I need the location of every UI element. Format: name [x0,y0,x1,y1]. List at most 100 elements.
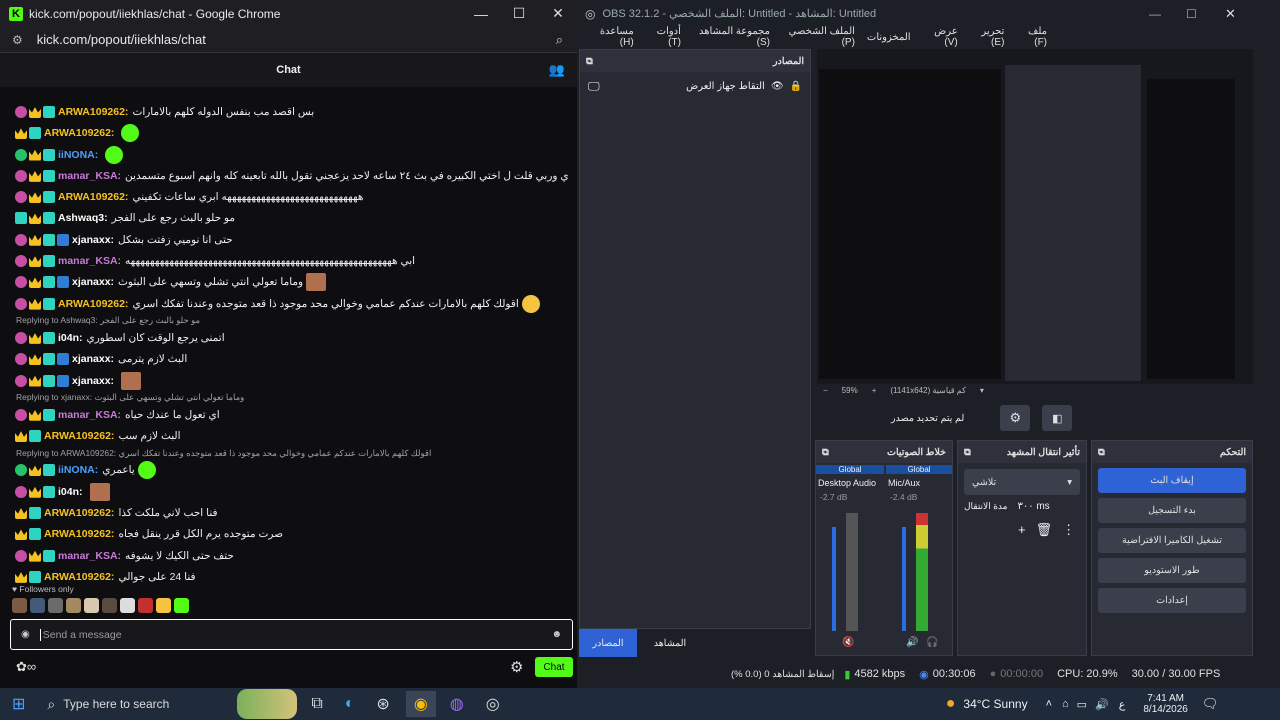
badge-icon[interactable] [43,353,55,366]
avatar[interactable] [66,598,81,613]
transitions-popout-icon[interactable]: ⧉ [964,447,971,458]
chat-username[interactable]: ARWA109262: [44,571,114,583]
chat-username[interactable]: i04n: [58,486,83,498]
steam-icon[interactable]: ⊛ [376,694,389,714]
delete-transition-icon[interactable]: 🗑 [1036,522,1053,538]
zoom-icon[interactable]: ⌕ [556,32,563,48]
chat-username[interactable]: manar_KSA: [58,550,121,562]
search-icon[interactable]: ⌕ [47,696,55,713]
clock[interactable]: 7:41 AM 8/14/2026 [1143,693,1188,715]
chat-username[interactable]: ARWA109262: [44,528,114,540]
headphones-icon[interactable]: 🎧 [926,637,938,648]
obs-maximize-button[interactable]: ☐ [1186,7,1197,21]
badge-icon[interactable] [15,572,27,583]
badge-icon[interactable] [43,485,55,498]
badge-icon[interactable] [29,409,41,421]
badge-icon[interactable] [15,331,27,344]
badge-icon[interactable] [15,374,27,387]
zoom-out-button[interactable]: − [823,386,828,395]
desktop-mute-icon[interactable]: 🔇 [842,637,854,648]
kick-points-icon[interactable]: ✿∞ [16,659,36,675]
badge-icon[interactable] [29,107,41,118]
badge-icon[interactable] [15,212,27,225]
emoji-icon[interactable]: ☻ [551,629,562,640]
chrome-taskbar-icon[interactable]: ◉ [405,691,436,717]
badge-icon[interactable] [29,234,41,246]
menu-item[interactable]: مجموعة المشاهد (S) [693,26,770,48]
badge-icon[interactable] [29,550,41,562]
windows-start-icon[interactable]: ⊞ [12,694,25,714]
control-button[interactable]: طور الاستوديو [1098,558,1246,583]
control-button[interactable]: إيقاف البث [1098,468,1246,493]
tab-sources[interactable]: المصادر [579,629,637,657]
badge-icon[interactable] [15,485,27,498]
menu-item[interactable]: ملف (F) [1016,26,1047,48]
avatar[interactable] [12,598,27,613]
avatar[interactable] [102,598,117,613]
badge-icon[interactable] [29,171,41,182]
badge-icon[interactable] [43,191,55,204]
source-properties-button[interactable]: ⚙ [1000,405,1031,431]
menu-item[interactable]: مساعدة (H) [589,26,634,48]
control-button[interactable]: إعدادات [1098,588,1246,613]
obs-taskbar-icon[interactable]: ◎ [486,694,500,714]
source-item[interactable]: 🖵 التقاط جهاز العرض 👁 🔒 [580,74,810,98]
minimize-button[interactable]: — [462,0,500,27]
chat-username[interactable]: ARWA109262: [58,298,128,310]
obs-minimize-button[interactable]: — [1149,7,1161,21]
mixer-popout-icon[interactable]: ⧉ [822,447,829,458]
avatar[interactable] [30,598,45,613]
badge-icon[interactable] [15,276,27,289]
close-button[interactable]: ✕ [539,0,577,27]
obs-close-button[interactable]: ✕ [1225,6,1236,22]
network-icon[interactable]: ⌂ [1062,698,1069,710]
chat-settings-icon[interactable]: ⚙ [510,658,523,676]
badge-icon[interactable] [15,549,27,562]
badge-icon[interactable] [43,255,55,268]
desktop-volume-slider[interactable] [832,527,836,631]
add-transition-icon[interactable]: + [1018,522,1026,538]
tab-scenes[interactable]: المشاهد [641,629,699,657]
badge-icon[interactable] [29,570,41,583]
badge-icon[interactable] [15,529,27,541]
badge-icon[interactable] [29,375,41,387]
chat-username[interactable]: manar_KSA: [58,255,121,267]
reply-context[interactable]: Replying to ARWA109262: اقولك كلهم بالام… [16,447,568,460]
badge-icon[interactable] [29,333,41,344]
badge-icon[interactable] [15,508,27,519]
menu-item[interactable]: تحرير (E) [970,26,1004,48]
badge-icon[interactable] [29,256,41,268]
badge-icon[interactable] [15,191,27,204]
avatar[interactable] [120,598,135,613]
badge-icon[interactable] [29,506,41,519]
zoom-in-button[interactable]: + [872,386,877,395]
badge-icon[interactable] [29,430,41,443]
avatar[interactable] [138,598,153,613]
badge-icon[interactable] [43,169,55,182]
discord-icon[interactable]: ◍ [450,694,464,714]
volume-icon[interactable]: 🔊 [1095,698,1109,711]
badge-icon[interactable] [29,192,41,204]
menu-item[interactable]: عرض (V) [923,26,958,48]
sources-popout-icon[interactable]: ⧉ [586,56,593,67]
badge-icon[interactable] [15,148,27,161]
battery-icon[interactable]: ▭ [1077,698,1087,711]
tray-chevron-icon[interactable]: ˄ [1046,698,1052,710]
badge-icon[interactable] [43,105,55,118]
avatar[interactable] [84,598,99,613]
desktop-audio-label[interactable]: Desktop Audio [818,478,888,488]
notifications-icon[interactable]: 🗨 [1202,696,1219,712]
badge-icon[interactable] [29,528,41,541]
preview-canvas[interactable] [817,49,1253,384]
maximize-button[interactable]: ☐ [500,0,538,27]
language-indicator[interactable]: ع [1119,698,1126,711]
badge-icon[interactable] [43,212,55,225]
badge-icon[interactable] [15,128,27,140]
chat-username[interactable]: xjanaxx: [72,276,114,288]
badge-icon[interactable] [29,465,41,477]
badge-icon[interactable] [57,353,69,366]
mic-aux-label[interactable]: Mic/Aux [888,478,920,488]
chat-username[interactable]: manar_KSA: [58,409,121,421]
mic-volume-slider[interactable] [902,527,906,631]
edge-icon[interactable]: ◐ [345,695,355,713]
